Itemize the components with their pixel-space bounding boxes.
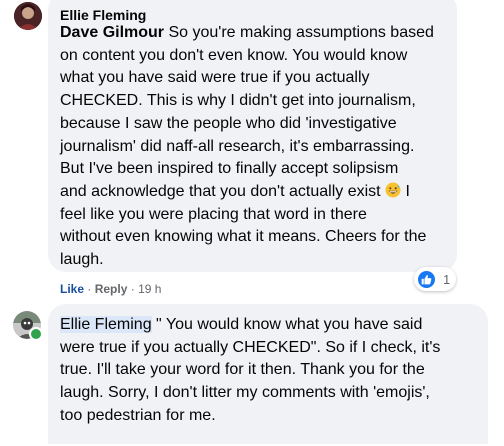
like-button[interactable]: Like: [60, 282, 84, 296]
commenter-avatar[interactable]: [13, 311, 43, 341]
mentioned-user-link[interactable]: Ellie Fleming: [60, 316, 152, 333]
comment-actions: Like · Reply · 19 h: [60, 282, 162, 296]
comment-text: Dave Gilmour So you're making assumption…: [60, 24, 434, 269]
commenter-avatar[interactable]: [14, 2, 42, 30]
thumbs-up-icon: [418, 270, 435, 288]
tagged-user-link[interactable]: Dave Gilmour: [60, 24, 164, 41]
reaction-summary[interactable]: 1: [414, 267, 456, 291]
reply-button[interactable]: Reply: [95, 282, 128, 296]
comment-text: Ellie Fleming " You would know what you …: [60, 316, 441, 424]
comment-timestamp[interactable]: 19 h: [138, 282, 161, 296]
grinning-sweat-emoji-icon: [385, 182, 401, 198]
online-status-icon: [29, 327, 43, 341]
reaction-count: 1: [443, 271, 451, 287]
